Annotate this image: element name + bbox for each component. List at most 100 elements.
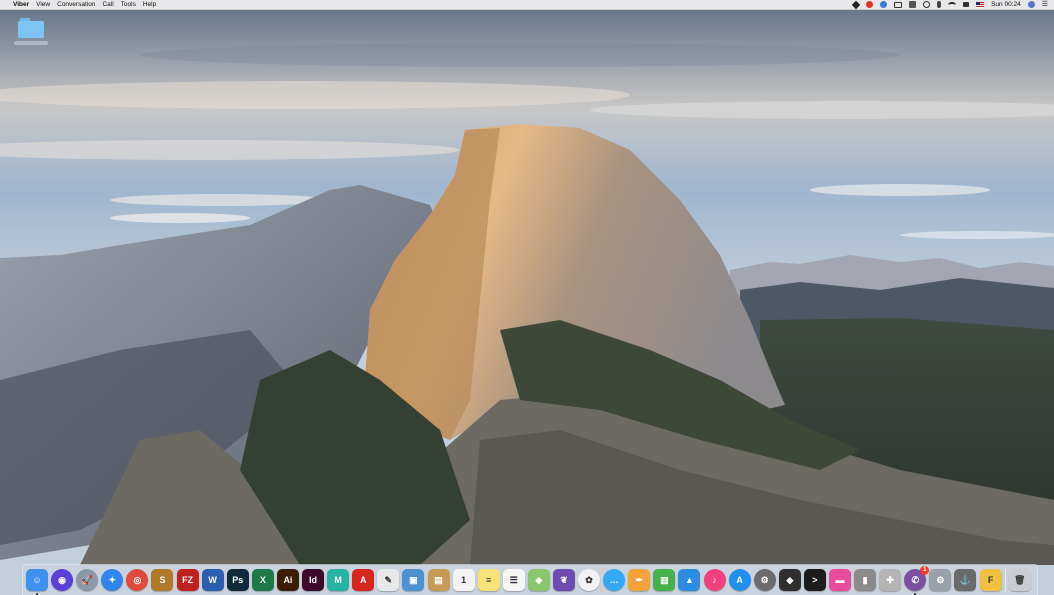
dock-item-system-preferences-alt[interactable]: ⚙ xyxy=(753,569,776,591)
cleanmymac-icon: ▬ xyxy=(835,574,845,585)
dock-item-filezilla[interactable]: FZ xyxy=(176,569,199,591)
user-icon[interactable] xyxy=(1027,1,1035,8)
app-store-icon: A xyxy=(736,574,743,585)
dock-item-fontforge[interactable]: F xyxy=(979,569,1002,591)
dock-item-maps[interactable]: ◈ xyxy=(527,569,550,591)
desktop-folder-label xyxy=(14,41,48,45)
dock-item-viber[interactable]: ✆ 1 xyxy=(904,566,930,595)
dock-item-sequel[interactable]: S xyxy=(151,569,174,591)
launchpad-icon: 🚀 xyxy=(81,574,93,585)
dock-item-excel[interactable]: X xyxy=(251,569,274,591)
dock-item-cleanmymac[interactable]: ▬ xyxy=(829,569,851,591)
record-icon[interactable] xyxy=(866,1,874,8)
dropbox-icon[interactable] xyxy=(909,1,917,8)
dock-item-chrome[interactable]: ◎ xyxy=(126,569,149,591)
dock-item-safari[interactable]: ✦ xyxy=(101,569,124,591)
menu-tools[interactable]: Tools xyxy=(121,0,136,10)
photoshop-icon: Ps xyxy=(232,574,244,585)
dock-item-archive[interactable]: ▮ xyxy=(854,569,877,591)
dock-item-reminders[interactable]: ☰ xyxy=(502,569,525,591)
dock-item-notes[interactable]: ≡ xyxy=(477,569,500,591)
menu-call[interactable]: Call xyxy=(102,0,113,10)
dock-item-trash[interactable]: 🗑 xyxy=(1008,569,1031,591)
filezilla-icon: FZ xyxy=(182,574,194,585)
dock-item-calendar[interactable]: 1 xyxy=(452,569,475,591)
wifi-icon[interactable] xyxy=(948,1,957,8)
dock-item-finder[interactable]: ☺ xyxy=(26,569,48,595)
dock-item-pages[interactable]: ✒ xyxy=(628,569,651,591)
trash-icon: 🗑 xyxy=(1014,574,1026,585)
desktop-folder[interactable] xyxy=(14,18,48,45)
cloud-icon[interactable] xyxy=(880,1,888,8)
dock-item-system-preferences[interactable]: ⚙ xyxy=(929,569,952,591)
dock-item-app-store[interactable]: A xyxy=(728,569,751,591)
menu-conversation[interactable]: Conversation xyxy=(57,0,95,10)
dock: ☺ ◉ 🚀 ✦ ◎ S FZ W Ps X Ai Id M A ✎ ▣ ▤ 1 ≡ ☰ ◈ ❦ ✿ … ✒ ▥ ▲ ♪ A ⚙ ◆ > ▬ ▮ ✚ ✆… xyxy=(22,564,1038,595)
dock-item-launchpad[interactable]: 🚀 xyxy=(76,569,99,591)
photos-icon: ✿ xyxy=(585,574,593,585)
finder-icon: ☺ xyxy=(32,574,42,585)
disk-dark-icon: ◆ xyxy=(786,574,794,585)
dock-item-word[interactable]: W xyxy=(201,569,224,591)
menu-bar-status: Sun 00:24 ☰ xyxy=(851,0,1048,10)
numbers-icon: ▥ xyxy=(660,574,669,585)
dock-item-siri[interactable]: ◉ xyxy=(51,569,74,591)
folder-icon xyxy=(18,18,44,38)
dock-item-photos[interactable]: ✿ xyxy=(578,569,601,591)
flag-us-icon[interactable] xyxy=(976,1,985,8)
time-machine-icon[interactable] xyxy=(923,1,931,8)
indesign-icon: Id xyxy=(309,574,318,585)
pages-icon: ✒ xyxy=(635,574,644,585)
reminders-icon: ☰ xyxy=(509,574,518,585)
dock-item-itunes[interactable]: ♪ xyxy=(703,569,726,591)
volume-icon[interactable] xyxy=(963,2,970,7)
maps-m-icon: M xyxy=(334,574,342,585)
disk-utility-icon: ✚ xyxy=(886,574,894,585)
menu-bar-clock[interactable]: Sun 00:24 xyxy=(991,0,1021,10)
messages-icon: … xyxy=(609,574,619,585)
viber-icon: ✆ xyxy=(911,574,920,585)
dock-item-disk-dark[interactable]: ◆ xyxy=(778,569,801,591)
dock-item-messages[interactable]: … xyxy=(603,569,626,591)
bluetooth-icon[interactable] xyxy=(937,1,942,8)
dock-item-acrobat[interactable]: A xyxy=(352,569,375,591)
dock-item-disk-utility[interactable]: ✚ xyxy=(879,569,902,591)
dock-item-photoshop[interactable]: Ps xyxy=(226,569,249,591)
archive-icon: ▮ xyxy=(862,574,868,585)
excel-icon: X xyxy=(259,574,266,585)
maps-icon: ◈ xyxy=(535,574,543,585)
app-menu-viber[interactable]: Viber xyxy=(13,0,29,10)
menu-help[interactable]: Help xyxy=(143,0,156,10)
anchor-icon: ⚓ xyxy=(959,574,972,585)
textedit-icon: ✎ xyxy=(384,574,393,585)
notes-icon: ≡ xyxy=(486,574,492,585)
location-arrow-icon[interactable] xyxy=(851,0,861,9)
terminal-icon: > xyxy=(812,574,818,585)
notes-brown-icon: ▤ xyxy=(434,574,443,585)
menu-bar: Viber View Conversation Call Tools Help … xyxy=(0,0,1054,10)
siri-icon: ◉ xyxy=(58,574,67,585)
dock-item-indesign[interactable]: Id xyxy=(302,569,325,591)
menu-view[interactable]: View xyxy=(36,0,50,10)
keynote-icon: ▲ xyxy=(684,574,694,585)
dock-item-maps-m[interactable]: M xyxy=(327,569,350,591)
chrome-icon: ◎ xyxy=(133,574,142,585)
preview-icon: ▣ xyxy=(409,574,418,585)
system-preferences-alt-icon: ⚙ xyxy=(760,574,769,585)
desktop-wallpaper xyxy=(0,0,1054,595)
dock-item-numbers[interactable]: ▥ xyxy=(653,569,676,591)
calendar-icon: 1 xyxy=(461,574,467,585)
dock-item-anchor[interactable]: ⚓ xyxy=(954,569,977,591)
dock-item-feather[interactable]: ❦ xyxy=(552,569,575,591)
dock-item-keynote[interactable]: ▲ xyxy=(678,569,701,591)
dock-item-terminal[interactable]: > xyxy=(803,569,826,591)
display-icon[interactable] xyxy=(894,1,903,8)
dock-divider xyxy=(1004,568,1006,592)
notification-center-icon[interactable]: ☰ xyxy=(1042,0,1048,10)
dock-item-illustrator[interactable]: Ai xyxy=(276,569,299,591)
dock-item-preview[interactable]: ▣ xyxy=(402,569,425,591)
dock-item-textedit[interactable]: ✎ xyxy=(377,569,400,591)
acrobat-icon: A xyxy=(359,574,367,585)
dock-item-notes-brown[interactable]: ▤ xyxy=(427,569,450,591)
feather-icon: ❦ xyxy=(560,574,568,585)
